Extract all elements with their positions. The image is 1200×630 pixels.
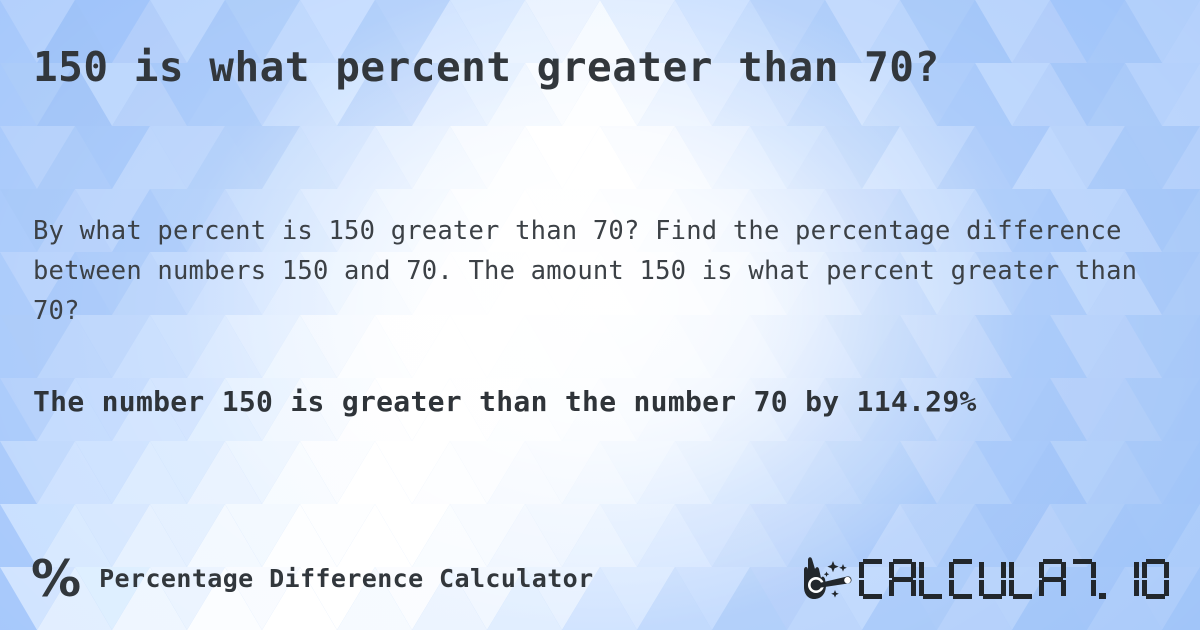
logo-letter-u [979,559,1006,599]
logo-letter-a2 [1039,559,1066,599]
page-description: By what percent is 150 greater than 70? … [33,215,1138,326]
footer: % Percentage Difference Calculator [0,548,1200,610]
logo-letter-i [1112,559,1139,599]
logo-letter-dot [1099,559,1109,599]
footer-label: Percentage Difference Calculator [99,564,594,593]
logo-letter-c2 [949,559,976,599]
logo-letter-l2 [1009,559,1036,599]
page-title: 150 is what percent greater than 70? [33,43,940,91]
brand-name [859,559,1172,599]
card-content: 150 is what percent greater than 70? By … [0,0,1200,630]
og-image-card: 150 is what percent greater than 70? By … [0,0,1200,630]
logo-letter-o [1142,559,1169,599]
logo-letter-l1 [919,559,946,599]
percent-icon: % [31,550,82,608]
answer-statement: The number 150 is greater than the numbe… [33,385,977,418]
logo-letter-a1 [889,559,916,599]
logo-letter-t [1069,559,1096,599]
magic-wand-hand-icon [804,557,852,599]
logo-letter-c1 [859,559,886,599]
footer-branding-left: % Percentage Difference Calculator [31,548,594,610]
site-logo[interactable] [802,550,1172,608]
